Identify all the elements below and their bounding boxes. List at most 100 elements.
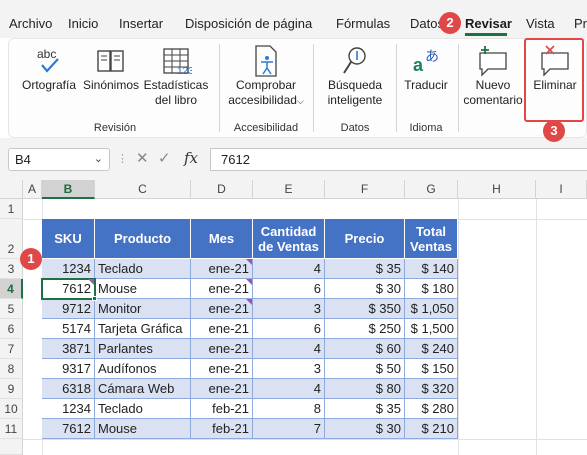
column-header-i[interactable]: I <box>536 180 587 199</box>
header-total[interactable]: Total Ventas <box>405 219 458 259</box>
cell-precio[interactable]: $ 50 <box>325 359 405 379</box>
header-sku[interactable]: SKU <box>42 219 95 259</box>
tab-revisar[interactable]: Revisar <box>465 16 512 31</box>
thesaurus-button[interactable]: Sinónimos <box>82 44 140 93</box>
cell-cantidad[interactable]: 6 <box>253 319 325 339</box>
cell-sku[interactable]: 5174 <box>42 319 95 339</box>
cell-producto[interactable]: Teclado <box>95 399 191 419</box>
error-indicator[interactable] <box>88 279 94 285</box>
cell-sku[interactable]: 1234 <box>42 399 95 419</box>
tab-vista[interactable]: Vista <box>526 16 555 31</box>
cell-producto[interactable]: Tarjeta Gráfica <box>95 319 191 339</box>
insert-function-icon[interactable]: fx <box>184 149 198 167</box>
drag-dots-icon[interactable]: ⋮ <box>117 152 128 165</box>
row-header-6[interactable]: 6 <box>0 319 23 339</box>
cell-sku[interactable]: 1234 <box>42 259 95 279</box>
row-header-1[interactable]: 1 <box>0 199 23 219</box>
chevron-down-icon[interactable]: ⌄ <box>94 152 103 165</box>
column-header-d[interactable]: D <box>191 180 253 199</box>
cell-producto[interactable]: Mouse <box>95 419 191 439</box>
cell-producto[interactable]: Monitor <box>95 299 191 319</box>
header-precio[interactable]: Precio <box>325 219 405 259</box>
cell-cantidad[interactable]: 4 <box>253 259 325 279</box>
cell-precio[interactable]: $ 30 <box>325 419 405 439</box>
cell-mes[interactable]: ene-21 <box>191 359 253 379</box>
cell-cantidad[interactable]: 4 <box>253 339 325 359</box>
header-mes[interactable]: Mes <box>191 219 253 259</box>
tab-disposicion[interactable]: Disposición de página <box>185 16 312 31</box>
column-header-b[interactable]: B <box>42 180 95 199</box>
cell-total[interactable]: $ 1,500 <box>405 319 458 339</box>
cell-precio[interactable]: $ 30 <box>325 279 405 299</box>
cell-producto[interactable]: Parlantes <box>95 339 191 359</box>
cell-mes[interactable]: ene-21 <box>191 379 253 399</box>
error-indicator[interactable] <box>246 299 252 305</box>
cell-cantidad[interactable]: 3 <box>253 299 325 319</box>
cell-mes[interactable]: ene-21 <box>191 279 253 299</box>
check-accessibility-button[interactable]: Comprobar accesibilidad⌵ <box>224 44 308 109</box>
row-header-7[interactable]: 7 <box>0 339 23 359</box>
cell-total[interactable]: $ 320 <box>405 379 458 399</box>
tab-overflow[interactable]: Pr <box>574 16 587 31</box>
cell-cantidad[interactable]: 3 <box>253 359 325 379</box>
select-all-corner[interactable] <box>0 180 23 199</box>
cell-total[interactable]: $ 140 <box>405 259 458 279</box>
cell-total[interactable]: $ 240 <box>405 339 458 359</box>
cell-precio[interactable]: $ 250 <box>325 319 405 339</box>
row-header-9[interactable]: 9 <box>0 379 23 399</box>
cell-total[interactable]: $ 180 <box>405 279 458 299</box>
cell-cantidad[interactable]: 7 <box>253 419 325 439</box>
cell-sku[interactable]: 9317 <box>42 359 95 379</box>
translate-button[interactable]: a あ Traducir <box>400 44 452 93</box>
column-header-g[interactable]: G <box>405 180 458 199</box>
formula-input[interactable]: 7612 <box>210 148 587 171</box>
name-box[interactable]: B4 ⌄ <box>8 148 110 171</box>
column-header-c[interactable]: C <box>95 180 191 199</box>
cell-precio[interactable]: $ 60 <box>325 339 405 359</box>
fill-handle[interactable] <box>92 296 97 301</box>
error-indicator[interactable] <box>246 259 252 265</box>
row-header-10[interactable]: 10 <box>0 399 23 419</box>
cell-total[interactable]: $ 280 <box>405 399 458 419</box>
row-header-12[interactable] <box>0 439 23 455</box>
cell-producto[interactable]: Mouse <box>95 279 191 299</box>
cell-sku[interactable]: 7612 <box>42 419 95 439</box>
enter-icon[interactable]: ✓ <box>158 149 171 167</box>
cell-mes[interactable]: feb-21 <box>191 419 253 439</box>
cell-sku[interactable]: 9712 <box>42 299 95 319</box>
cell-total[interactable]: $ 210 <box>405 419 458 439</box>
cell-cantidad[interactable]: 6 <box>253 279 325 299</box>
cell-precio[interactable]: $ 35 <box>325 399 405 419</box>
header-producto[interactable]: Producto <box>95 219 191 259</box>
cell-producto[interactable]: Cámara Web <box>95 379 191 399</box>
cell-sku[interactable]: 3871 <box>42 339 95 359</box>
cell-cantidad[interactable]: 4 <box>253 379 325 399</box>
spelling-button[interactable]: abc Ortografía <box>20 44 78 93</box>
cell-mes[interactable]: ene-21 <box>191 319 253 339</box>
tab-formulas[interactable]: Fórmulas <box>336 16 390 31</box>
cell-total[interactable]: $ 1,050 <box>405 299 458 319</box>
cell-producto[interactable]: Teclado <box>95 259 191 279</box>
workbook-stats-button[interactable]: 123 Estadísticas del libro <box>142 44 210 108</box>
row-header-5[interactable]: 5 <box>0 299 23 319</box>
cell-mes[interactable]: ene-21 <box>191 259 253 279</box>
row-header-8[interactable]: 8 <box>0 359 23 379</box>
tab-insertar[interactable]: Insertar <box>119 16 163 31</box>
cell-mes[interactable]: feb-21 <box>191 399 253 419</box>
tab-inicio[interactable]: Inicio <box>68 16 98 31</box>
cell-cantidad[interactable]: 8 <box>253 399 325 419</box>
new-comment-button[interactable]: Nuevo comentario <box>462 44 524 108</box>
cell-total[interactable]: $ 150 <box>405 359 458 379</box>
column-header-a[interactable]: A <box>23 180 42 199</box>
cell-precio[interactable]: $ 350 <box>325 299 405 319</box>
row-header-11[interactable]: 11 <box>0 419 23 439</box>
cell-mes[interactable]: ene-21 <box>191 339 253 359</box>
smart-lookup-button[interactable]: Búsqueda inteligente <box>320 44 390 108</box>
cell-precio[interactable]: $ 35 <box>325 259 405 279</box>
row-header-4[interactable]: 4 <box>0 279 23 299</box>
header-cantidad[interactable]: Cantidad de Ventas <box>253 219 325 259</box>
cell-sku[interactable]: 6318 <box>42 379 95 399</box>
cell-producto[interactable]: Audífonos <box>95 359 191 379</box>
cell-mes[interactable]: ene-21 <box>191 299 253 319</box>
column-header-e[interactable]: E <box>253 180 325 199</box>
